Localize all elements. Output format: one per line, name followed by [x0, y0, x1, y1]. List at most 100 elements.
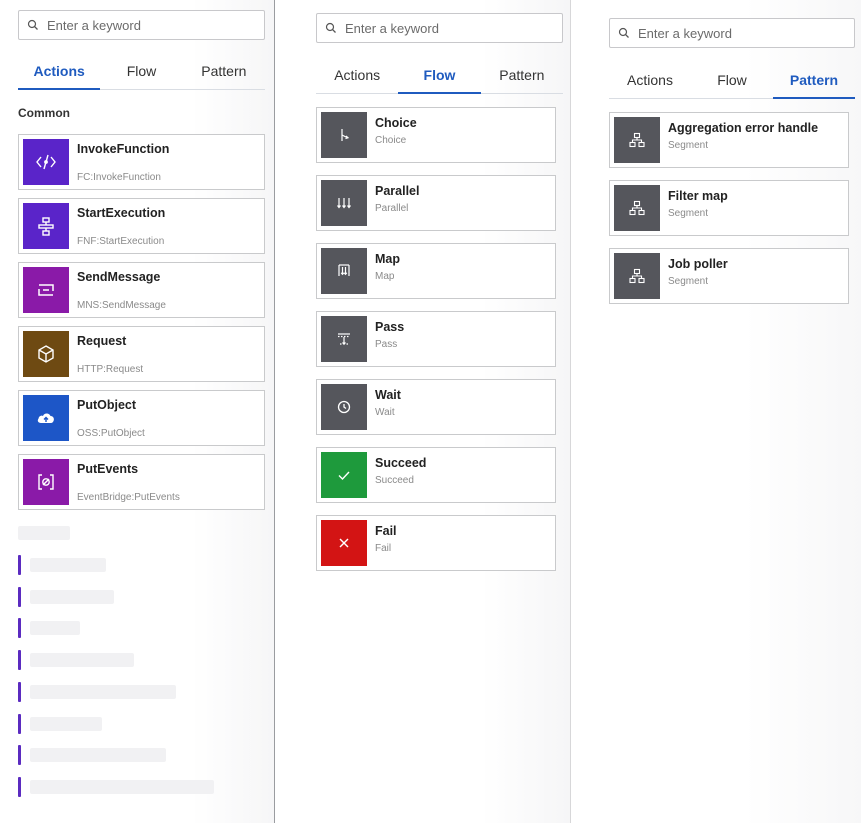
placeholder-bar: [18, 650, 21, 670]
search-icon: [610, 27, 638, 39]
card-title: Pass: [375, 320, 405, 334]
flow-card-fail[interactable]: Fail Fail: [316, 515, 556, 571]
card-subtitle: Choice: [375, 135, 407, 146]
card-title: SendMessage: [77, 270, 161, 284]
hierarchy-icon: [614, 117, 660, 163]
tab-actions[interactable]: Actions: [18, 53, 101, 90]
placeholder-line: [30, 748, 166, 762]
flow-card-wait[interactable]: Wait Wait: [316, 379, 556, 435]
tab-bar: Actions Flow Pattern: [316, 57, 563, 94]
tab-bar: Actions Flow Pattern: [18, 53, 265, 90]
pattern-card-job-poller[interactable]: Job poller Segment: [609, 248, 849, 304]
flow-card-parallel[interactable]: Parallel Parallel: [316, 175, 556, 231]
section-title-common: Common: [18, 106, 70, 120]
placeholder-bar: [18, 777, 21, 797]
card-subtitle: FNF:StartExecution: [77, 236, 165, 247]
placeholder-bar: [18, 682, 21, 702]
placeholder-line: [30, 590, 114, 604]
event-icon: [23, 459, 69, 505]
tab-bar: Actions Flow Pattern: [609, 62, 855, 99]
search-input[interactable]: [47, 17, 264, 33]
card-subtitle: Segment: [668, 208, 709, 219]
card-subtitle: Succeed: [375, 475, 414, 486]
clock-icon: [321, 384, 367, 430]
actions-panel: Actions Flow Pattern Common InvokeFuncti…: [0, 0, 274, 823]
hierarchy-icon: [614, 185, 660, 231]
action-card-invoke-function[interactable]: InvokeFunction FC:InvokeFunction: [18, 134, 265, 190]
map-icon: [321, 248, 367, 294]
placeholder-bar: [18, 555, 21, 575]
flow-card-succeed[interactable]: Succeed Succeed: [316, 447, 556, 503]
hierarchy-icon: [614, 253, 660, 299]
placeholder-bar: [18, 745, 21, 765]
placeholder-bar: [18, 714, 21, 734]
card-title: Map: [375, 252, 400, 266]
tab-flow[interactable]: Flow: [100, 53, 182, 89]
card-title: Filter map: [668, 189, 728, 203]
tab-pattern[interactable]: Pattern: [481, 57, 563, 93]
card-subtitle: MNS:SendMessage: [77, 300, 166, 311]
card-title: Parallel: [375, 184, 420, 198]
cube-icon: [23, 331, 69, 377]
card-subtitle: Fail: [375, 543, 392, 554]
placeholder-line: [30, 717, 102, 731]
branch-icon: [321, 112, 367, 158]
action-card-request[interactable]: Request HTTP:Request: [18, 326, 265, 382]
placeholder-line: [30, 780, 214, 794]
action-card-put-object[interactable]: PutObject OSS:PutObject: [18, 390, 265, 446]
card-subtitle: OSS:PutObject: [77, 428, 145, 439]
check-icon: [321, 452, 367, 498]
card-title: Aggregation error handle: [668, 121, 819, 135]
placeholder-bar: [18, 618, 21, 638]
card-subtitle: HTTP:Request: [77, 364, 144, 375]
pattern-card-aggregation-error-handle[interactable]: Aggregation error handle Segment: [609, 112, 849, 168]
tab-actions[interactable]: Actions: [316, 57, 398, 93]
card-subtitle: Parallel: [375, 203, 409, 214]
card-title: Succeed: [375, 456, 427, 470]
flow-card-pass[interactable]: Pass Pass: [316, 311, 556, 367]
action-card-send-message[interactable]: SendMessage MNS:SendMessage: [18, 262, 265, 318]
placeholder-line: [30, 653, 134, 667]
close-icon: [321, 520, 367, 566]
search-icon: [19, 19, 47, 31]
search-input[interactable]: [345, 20, 562, 36]
card-subtitle: Segment: [668, 140, 709, 151]
card-title: PutEvents: [77, 462, 139, 476]
card-subtitle: Wait: [375, 407, 395, 418]
pattern-panel: Actions Flow Pattern Aggregation error h…: [570, 0, 861, 823]
workflow-icon: [23, 203, 69, 249]
card-title: PutObject: [77, 398, 137, 412]
flow-card-choice[interactable]: Choice Choice: [316, 107, 556, 163]
search-box[interactable]: [18, 10, 265, 40]
placeholder-line: [30, 685, 176, 699]
message-icon: [23, 267, 69, 313]
card-title: Request: [77, 334, 127, 348]
card-subtitle: FC:InvokeFunction: [77, 172, 161, 183]
card-title: Choice: [375, 116, 417, 130]
card-title: StartExecution: [77, 206, 166, 220]
tab-pattern[interactable]: Pattern: [773, 62, 855, 99]
card-subtitle: Segment: [668, 276, 709, 287]
search-input[interactable]: [638, 25, 854, 41]
tab-flow[interactable]: Flow: [691, 62, 773, 98]
card-title: Fail: [375, 524, 397, 538]
search-box[interactable]: [316, 13, 563, 43]
action-card-put-events[interactable]: PutEvents EventBridge:PutEvents: [18, 454, 265, 510]
flow-card-map[interactable]: Map Map: [316, 243, 556, 299]
tab-pattern[interactable]: Pattern: [183, 53, 265, 89]
pass-icon: [321, 316, 367, 362]
card-title: Wait: [375, 388, 401, 402]
parallel-icon: [321, 180, 367, 226]
card-title: Job poller: [668, 257, 728, 271]
placeholder-line: [18, 526, 70, 540]
cloud-upload-icon: [23, 395, 69, 441]
flow-panel: Actions Flow Pattern Choice Choice Paral…: [274, 0, 570, 823]
placeholder-line: [30, 621, 80, 635]
tab-flow[interactable]: Flow: [398, 57, 481, 94]
search-box[interactable]: [609, 18, 855, 48]
action-card-start-execution[interactable]: StartExecution FNF:StartExecution: [18, 198, 265, 254]
tab-actions[interactable]: Actions: [609, 62, 691, 98]
pattern-card-filter-map[interactable]: Filter map Segment: [609, 180, 849, 236]
card-subtitle: EventBridge:PutEvents: [77, 492, 180, 503]
card-subtitle: Map: [375, 271, 395, 282]
